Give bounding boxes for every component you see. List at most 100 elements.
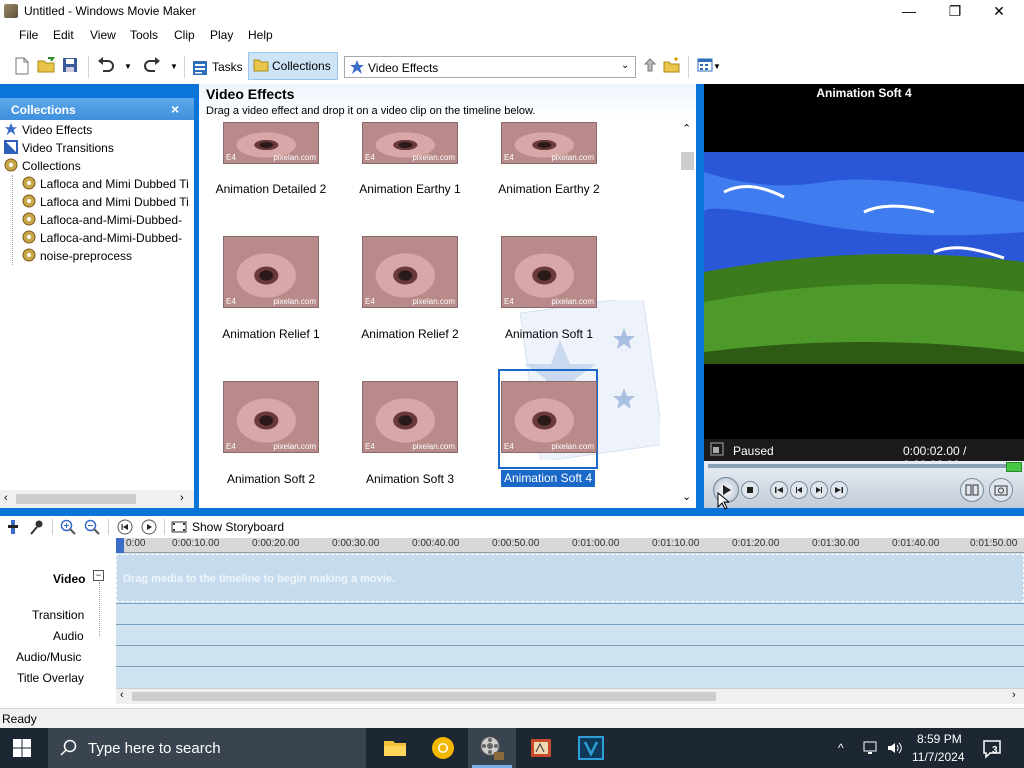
split-clip-button[interactable] — [960, 478, 984, 502]
menu-clip[interactable]: Clip — [174, 28, 195, 42]
taskbar-active-app[interactable] — [468, 728, 516, 768]
seek-bar[interactable] — [708, 464, 1020, 468]
menu-edit[interactable]: Edit — [53, 28, 74, 42]
file-explorer-icon[interactable] — [380, 734, 410, 762]
maximize-button[interactable]: ❐ — [932, 0, 978, 24]
redo-dropdown-icon[interactable]: ▼ — [164, 57, 184, 77]
effect-thumbnail[interactable]: E4 pixelan.com — [223, 122, 319, 164]
next-frame-button[interactable] — [830, 481, 848, 499]
tray-date[interactable]: 11/7/2024 — [912, 750, 965, 764]
effect-label[interactable]: Animation Soft 2 — [201, 472, 341, 486]
folder-icon — [253, 58, 269, 75]
scroll-right-icon[interactable]: › — [1012, 689, 1016, 701]
collections-button[interactable]: Collections — [248, 52, 338, 80]
effect-label-selected[interactable]: Animation Soft 4 — [501, 470, 595, 487]
minimize-button[interactable]: — — [886, 0, 932, 24]
stop-button[interactable] — [741, 481, 759, 499]
scroll-up-icon[interactable]: ⌃ — [682, 122, 691, 135]
menu-tools[interactable]: Tools — [130, 28, 158, 42]
tree-item-clip[interactable]: Lafloca-and-Mimi-Dubbed- — [22, 229, 192, 247]
views-dropdown-icon[interactable]: ▼ — [712, 57, 722, 77]
effect-thumbnail[interactable]: E4 pixelan.com — [362, 236, 458, 308]
step-back-button[interactable] — [790, 481, 808, 499]
splitter[interactable] — [696, 84, 704, 508]
save-project-icon[interactable] — [60, 57, 80, 77]
scroll-right-icon[interactable]: › — [180, 492, 184, 504]
step-forward-button[interactable] — [810, 481, 828, 499]
menu-view[interactable]: View — [90, 28, 116, 42]
timeline-hscroll[interactable]: ‹ › — [116, 688, 1024, 704]
tree-item-video-effects[interactable]: Video Effects — [4, 121, 192, 139]
effect-thumbnail[interactable]: E4 pixelan.com — [501, 122, 597, 164]
set-audio-levels-icon[interactable] — [6, 519, 20, 538]
snapshot-button[interactable] — [989, 478, 1013, 502]
effect-label[interactable]: Animation Earthy 2 — [479, 182, 619, 196]
play-timeline-icon[interactable] — [141, 519, 157, 538]
narrate-timeline-icon[interactable] — [29, 519, 45, 538]
zoom-out-icon[interactable] — [84, 519, 100, 538]
volume-icon[interactable] — [886, 740, 904, 759]
scroll-thumb[interactable] — [132, 692, 716, 701]
tree-item-clip[interactable]: Lafloca and Mimi Dubbed Ti — [22, 193, 192, 211]
effect-thumbnail[interactable]: E4 pixelan.com — [501, 236, 597, 308]
fullscreen-icon[interactable] — [710, 442, 724, 459]
windows-start-icon[interactable] — [12, 738, 34, 760]
effect-label[interactable]: Animation Soft 1 — [479, 327, 619, 341]
seek-handle[interactable] — [1006, 462, 1022, 472]
chrome-icon[interactable] — [428, 734, 458, 762]
app-icon[interactable] — [526, 734, 556, 762]
menu-play[interactable]: Play — [210, 28, 233, 42]
effect-thumbnail[interactable]: E4 pixelan.com — [223, 381, 319, 453]
effect-thumbnail[interactable]: E4 pixelan.com — [362, 381, 458, 453]
collapse-track-icon[interactable]: − — [93, 570, 104, 581]
scroll-thumb[interactable] — [16, 494, 136, 504]
status-bar: Ready — [0, 708, 1024, 728]
taskbar-search-box[interactable]: Type here to search — [48, 728, 366, 768]
effects-vscroll[interactable]: ⌃ ⌄ — [679, 122, 696, 506]
new-folder-icon[interactable] — [662, 57, 682, 77]
scroll-left-icon[interactable]: ‹ — [4, 492, 8, 504]
tree-item-clip[interactable]: Lafloca-and-Mimi-Dubbed- — [22, 211, 192, 229]
app-v-icon[interactable] — [576, 734, 606, 762]
effect-thumbnail[interactable]: E4 pixelan.com — [223, 236, 319, 308]
effect-label[interactable]: Animation Earthy 1 — [340, 182, 480, 196]
tray-time[interactable]: 8:59 PM — [917, 732, 962, 746]
up-one-level-icon[interactable] — [640, 57, 660, 77]
video-track[interactable]: Drag media to the timeline to begin maki… — [116, 554, 1024, 602]
collections-combo[interactable]: Video Effects ⌄ — [344, 56, 636, 78]
scroll-thumb[interactable] — [681, 152, 694, 170]
track-divider — [116, 624, 1024, 625]
undo-icon[interactable] — [96, 57, 116, 77]
effect-label[interactable]: Animation Relief 1 — [201, 327, 341, 341]
undo-dropdown-icon[interactable]: ▼ — [118, 57, 138, 77]
open-project-icon[interactable] — [36, 57, 56, 77]
redo-icon[interactable] — [142, 57, 162, 77]
effect-label[interactable]: Animation Soft 3 — [340, 472, 480, 486]
zoom-in-icon[interactable] — [60, 519, 76, 538]
notifications-button[interactable]: 3 — [982, 739, 1004, 762]
effect-label[interactable]: Animation Relief 2 — [340, 327, 480, 341]
scroll-down-icon[interactable]: ⌄ — [682, 490, 691, 503]
effect-thumbnail-selected[interactable]: E4 pixelan.com — [501, 381, 597, 453]
menu-file[interactable]: File — [19, 28, 38, 42]
close-button[interactable]: ✕ — [976, 0, 1022, 24]
new-project-icon[interactable] — [12, 57, 32, 77]
previous-frame-button[interactable] — [770, 481, 788, 499]
splitter[interactable] — [0, 508, 1024, 516]
scroll-left-icon[interactable]: ‹ — [120, 689, 124, 701]
tree-item-collections[interactable]: Collections — [4, 157, 192, 175]
clip-icon — [22, 176, 36, 190]
tree-hscroll[interactable]: ‹ › — [0, 490, 194, 508]
tree-item-video-transitions[interactable]: Video Transitions — [4, 139, 192, 157]
tasks-button[interactable]: Tasks — [190, 58, 244, 78]
effect-thumbnail[interactable]: E4 pixelan.com — [362, 122, 458, 164]
rewind-timeline-icon[interactable] — [117, 519, 133, 538]
effect-label[interactable]: Animation Detailed 2 — [201, 182, 341, 196]
playhead[interactable] — [116, 538, 124, 553]
tray-chevron-icon[interactable]: ^ — [838, 741, 844, 755]
tree-item-clip[interactable]: Lafloca and Mimi Dubbed Ti — [22, 175, 192, 193]
tree-item-clip[interactable]: noise-preprocess — [22, 247, 192, 265]
menu-help[interactable]: Help — [248, 28, 273, 42]
network-icon[interactable] — [862, 740, 880, 759]
close-pane-button[interactable]: × — [171, 101, 179, 117]
